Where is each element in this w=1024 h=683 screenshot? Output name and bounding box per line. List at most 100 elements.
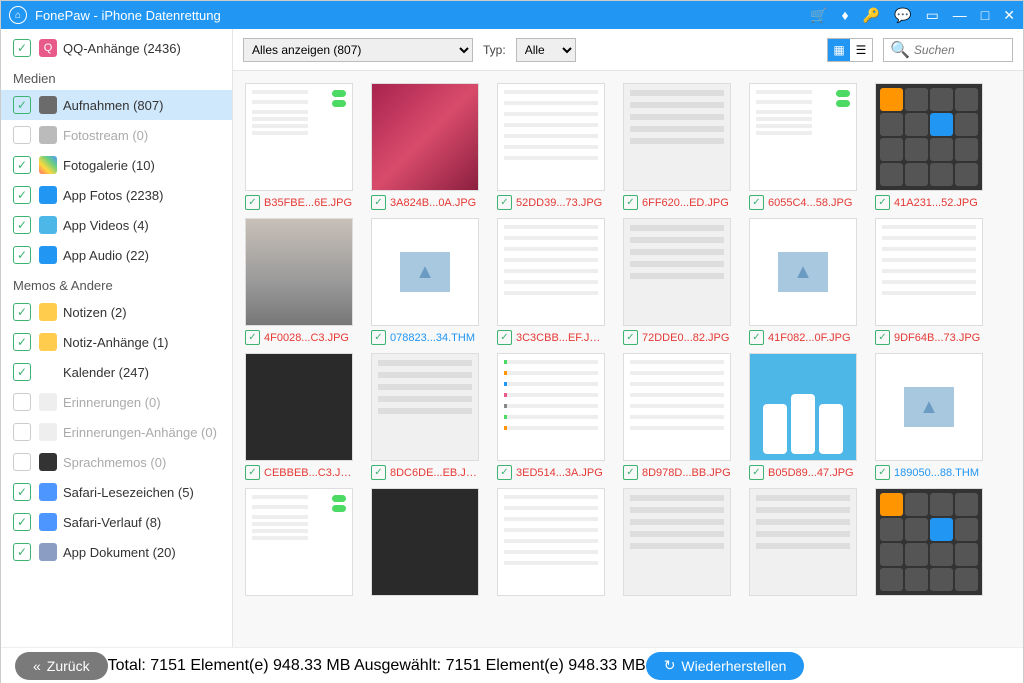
sidebar-item[interactable]: ✓App Videos (4) bbox=[1, 210, 232, 240]
thumbnail[interactable] bbox=[749, 353, 857, 461]
sidebar-item[interactable]: ✓App Dokument (20) bbox=[1, 537, 232, 567]
checkbox-icon[interactable]: ✓ bbox=[13, 513, 31, 531]
sidebar-item[interactable]: ✓Kalender (247) bbox=[1, 357, 232, 387]
checkbox-icon[interactable]: ✓ bbox=[13, 483, 31, 501]
diamond-icon[interactable]: ♦ bbox=[842, 7, 849, 23]
thumbnail[interactable] bbox=[245, 218, 353, 326]
checkbox-icon[interactable]: ✓ bbox=[13, 453, 31, 471]
sidebar-item-label: Aufnahmen (807) bbox=[63, 98, 163, 113]
thumbnail[interactable] bbox=[875, 218, 983, 326]
thumbnail[interactable] bbox=[875, 83, 983, 191]
checkbox-icon[interactable]: ✓ bbox=[13, 186, 31, 204]
sidebar-item[interactable]: ✓Notizen (2) bbox=[1, 297, 232, 327]
checkbox-icon[interactable]: ✓ bbox=[13, 333, 31, 351]
checkbox-icon[interactable]: ✓ bbox=[623, 330, 638, 345]
filename-row: ✓8DC6DE...EB.JPG bbox=[371, 465, 479, 480]
sidebar-item-label: App Fotos (2238) bbox=[63, 188, 163, 203]
checkbox-icon[interactable]: ✓ bbox=[371, 195, 386, 210]
checkbox-icon[interactable]: ✓ bbox=[13, 246, 31, 264]
thumbnail[interactable] bbox=[371, 353, 479, 461]
checkbox-icon[interactable]: ✓ bbox=[497, 195, 512, 210]
sidebar-item[interactable]: ✓ Aufnahmen (807) bbox=[1, 90, 232, 120]
sidebar-item[interactable]: ✓Fotostream (0) bbox=[1, 120, 232, 150]
sidebar-item[interactable]: ✓ App Fotos (2238) bbox=[1, 180, 232, 210]
search-input[interactable] bbox=[914, 43, 1006, 57]
checkbox-icon[interactable]: ✓ bbox=[875, 330, 890, 345]
grid-row bbox=[245, 488, 1011, 596]
sidebar-item[interactable]: ✓Sprachmemos (0) bbox=[1, 447, 232, 477]
checkbox-icon[interactable]: ✓ bbox=[245, 195, 260, 210]
thumbnail[interactable] bbox=[623, 218, 731, 326]
thumbnail[interactable] bbox=[623, 488, 731, 596]
thumbnail[interactable]: ▲ bbox=[749, 218, 857, 326]
chat-icon[interactable]: 💬 bbox=[894, 7, 911, 24]
sidebar-item[interactable]: ✓App Audio (22) bbox=[1, 240, 232, 270]
checkbox-icon[interactable]: ✓ bbox=[497, 330, 512, 345]
filename-row: ✓3A824B...0A.JPG bbox=[371, 195, 479, 210]
thumbnail[interactable] bbox=[497, 353, 605, 461]
filter-select[interactable]: Alles anzeigen (807) bbox=[243, 38, 473, 62]
checkbox-icon[interactable]: ✓ bbox=[497, 465, 512, 480]
checkbox-icon[interactable]: ✓ bbox=[13, 423, 31, 441]
thumbnail[interactable] bbox=[497, 218, 605, 326]
filename-row: ✓72DDE0...82.JPG bbox=[623, 330, 731, 345]
checkbox-icon[interactable]: ✓ bbox=[623, 195, 638, 210]
list-view-icon[interactable]: ☰ bbox=[850, 39, 872, 61]
feedback-icon[interactable]: ▭ bbox=[926, 7, 939, 24]
thumbnail[interactable] bbox=[749, 488, 857, 596]
checkbox-icon[interactable]: ✓ bbox=[623, 465, 638, 480]
filename-label: 189050...88.THM bbox=[894, 467, 979, 479]
checkbox-icon[interactable]: ✓ bbox=[245, 465, 260, 480]
thumbnail[interactable] bbox=[245, 83, 353, 191]
thumbnail[interactable] bbox=[371, 83, 479, 191]
thumbnail[interactable] bbox=[749, 83, 857, 191]
checkbox-icon[interactable]: ✓ bbox=[13, 126, 31, 144]
checkbox-icon[interactable]: ✓ bbox=[13, 216, 31, 234]
thumbnail[interactable] bbox=[497, 488, 605, 596]
view-toggle: ▦ ☰ bbox=[827, 38, 873, 62]
thumbnail[interactable] bbox=[245, 488, 353, 596]
grid-view-icon[interactable]: ▦ bbox=[828, 39, 850, 61]
cart-icon[interactable]: 🛒 bbox=[810, 7, 827, 24]
checkbox-icon[interactable]: ✓ bbox=[875, 195, 890, 210]
grid-row: ✓B35FBE...6E.JPG✓3A824B...0A.JPG✓52DD39.… bbox=[245, 83, 1011, 210]
close-icon[interactable]: ✕ bbox=[1003, 7, 1015, 24]
checkbox-icon[interactable]: ✓ bbox=[749, 330, 764, 345]
checkbox-icon[interactable]: ✓ bbox=[13, 393, 31, 411]
checkbox-icon[interactable]: ✓ bbox=[875, 465, 890, 480]
home-icon[interactable]: ⌂ bbox=[9, 6, 27, 24]
checkbox-icon[interactable]: ✓ bbox=[13, 303, 31, 321]
back-button[interactable]: « Zurück bbox=[15, 652, 108, 680]
thumbnail[interactable] bbox=[875, 488, 983, 596]
thumbnail[interactable] bbox=[497, 83, 605, 191]
checkbox-icon[interactable]: ✓ bbox=[13, 543, 31, 561]
thumbnail[interactable] bbox=[623, 83, 731, 191]
checkbox-icon[interactable]: ✓ bbox=[749, 465, 764, 480]
filename-label: 6FF620...ED.JPG bbox=[642, 197, 729, 209]
restore-button[interactable]: ↻ Wiederherstellen bbox=[646, 652, 805, 680]
sidebar-item[interactable]: ✓Fotogalerie (10) bbox=[1, 150, 232, 180]
checkbox-icon[interactable]: ✓ bbox=[371, 330, 386, 345]
thumbnail[interactable] bbox=[245, 353, 353, 461]
checkbox-icon[interactable]: ✓ bbox=[749, 195, 764, 210]
maximize-icon[interactable]: □ bbox=[981, 7, 989, 23]
thumbnail[interactable]: ▲ bbox=[371, 218, 479, 326]
thumbnail[interactable] bbox=[623, 353, 731, 461]
thumbnail[interactable] bbox=[371, 488, 479, 596]
checkbox-icon[interactable]: ✓ bbox=[13, 96, 31, 114]
sidebar-item[interactable]: ✓Erinnerungen-Anhänge (0) bbox=[1, 417, 232, 447]
checkbox-icon[interactable]: ✓ bbox=[13, 156, 31, 174]
key-icon[interactable]: 🔑 bbox=[863, 7, 880, 24]
sidebar-item-qq[interactable]: ✓ Q QQ-Anhänge (2436) bbox=[1, 33, 232, 63]
thumbnail[interactable]: ▲ bbox=[875, 353, 983, 461]
sidebar-item[interactable]: ✓Notiz-Anhänge (1) bbox=[1, 327, 232, 357]
checkbox-icon[interactable]: ✓ bbox=[245, 330, 260, 345]
checkbox-icon[interactable]: ✓ bbox=[371, 465, 386, 480]
checkbox-icon[interactable]: ✓ bbox=[13, 39, 31, 57]
sidebar-item[interactable]: ✓Safari-Lesezeichen (5) bbox=[1, 477, 232, 507]
checkbox-icon[interactable]: ✓ bbox=[13, 363, 31, 381]
type-select[interactable]: Alle bbox=[516, 38, 576, 62]
minimize-icon[interactable]: — bbox=[953, 7, 967, 23]
sidebar-item[interactable]: ✓Erinnerungen (0) bbox=[1, 387, 232, 417]
sidebar-item[interactable]: ✓Safari-Verlauf (8) bbox=[1, 507, 232, 537]
